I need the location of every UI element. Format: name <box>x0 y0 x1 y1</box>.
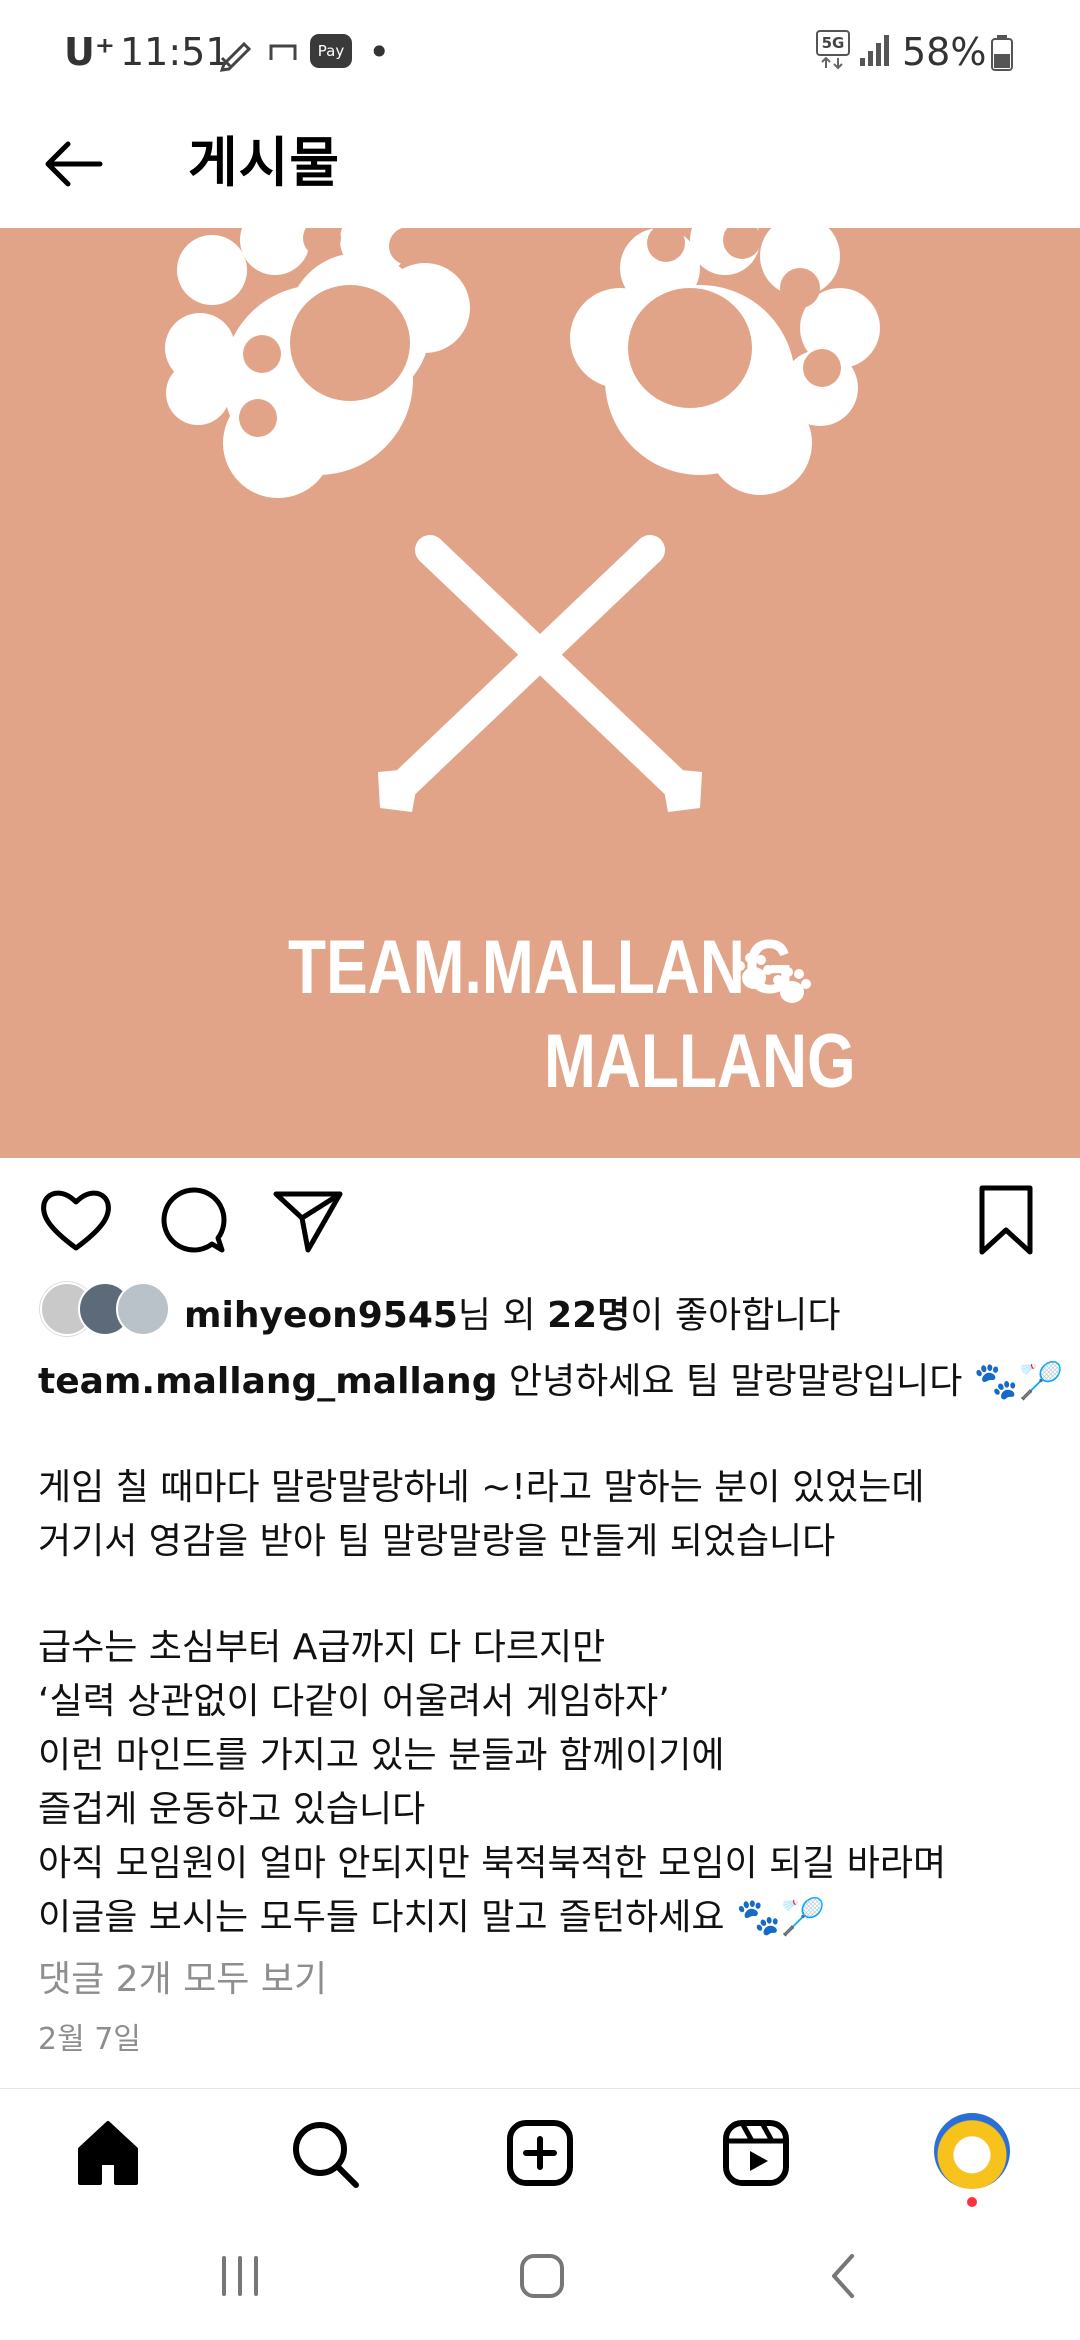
reels-icon[interactable] <box>714 2111 798 2195</box>
data-arrows-icon <box>821 56 843 70</box>
caption-line: 이런 마인드를 가지고 있는 분들과 함께이기에 <box>38 1735 725 1776</box>
back-button-icon[interactable] <box>822 2250 866 2302</box>
notification-dot: • <box>368 30 391 74</box>
bracket-icon <box>269 44 297 60</box>
post-date: 2월 7일 <box>38 2022 141 2057</box>
signal-icon <box>860 35 889 66</box>
bookmark-icon[interactable] <box>966 1180 1046 1260</box>
recent-apps-icon[interactable] <box>212 2252 268 2300</box>
notification-dot <box>967 2197 977 2207</box>
status-bar: U⁺ 11:51 Pay • 5G 58% <box>0 0 1080 100</box>
page-title: 게시물 <box>188 131 341 194</box>
home-button-icon[interactable] <box>516 2250 568 2302</box>
likes-summary[interactable]: mihyeon9545님 외 22명이 좋아합니다 <box>184 1286 840 1338</box>
system-nav-bar <box>0 2212 1080 2340</box>
caption-author[interactable]: team.mallang_mallang <box>38 1361 497 1402</box>
caption-line: 게임 칠 때마다 말랑말랑하네 ~!라고 말하는 분이 있었는데 <box>38 1467 925 1508</box>
search-icon[interactable] <box>282 2111 366 2195</box>
caption-greeting: 안녕하세요 팀 말랑말랑입니다 🐾🏸 <box>508 1361 1064 1402</box>
heart-icon[interactable] <box>36 1180 116 1260</box>
comment-icon[interactable] <box>152 1180 232 1260</box>
liker-username[interactable]: mihyeon9545 <box>184 1295 458 1336</box>
battery-icon <box>991 35 1013 71</box>
home-icon[interactable] <box>66 2111 150 2195</box>
caption-line: 즐겁게 운동하고 있습니다 <box>38 1789 426 1830</box>
caption-line: 거기서 영감을 받아 팀 말랑말랑을 만들게 되었습니다 <box>38 1521 836 1562</box>
battery-percent: 58% <box>902 30 987 74</box>
avatar <box>116 1282 170 1336</box>
likes-suffix-text: 이 좋아합니다 <box>630 1295 841 1336</box>
caption-line: ‘실력 상관없이 다같이 어울려서 게임하자’ <box>38 1681 670 1722</box>
small-paw-icons <box>735 953 811 1003</box>
caption-line: 이글을 보시는 모두들 다치지 말고 즐턴하세요 🐾🏸 <box>38 1897 826 1938</box>
pen-icon <box>219 41 252 72</box>
header: 게시물 <box>0 100 1080 228</box>
bottom-nav <box>0 2088 1080 2213</box>
post-image[interactable]: TEAM.MALLANG MALLANG <box>0 228 1080 1158</box>
clock: 11:51 <box>120 30 230 74</box>
paw-rackets-logo <box>165 228 880 812</box>
back-arrow-icon[interactable] <box>40 132 104 196</box>
create-icon[interactable] <box>498 2111 582 2195</box>
view-all-comments-link[interactable]: 댓글 2개 모두 보기 <box>38 1950 327 2002</box>
carrier-label: U⁺ <box>64 30 115 74</box>
logo-line-2: MALLANG <box>544 1019 856 1104</box>
liker-avatars[interactable] <box>40 1282 170 1336</box>
logo-line-1: TEAM.MALLANG <box>288 925 794 1010</box>
caption-first-line: team.mallang_mallang 안녕하세요 팀 말랑말랑입니다 🐾🏸 <box>38 1352 1063 1404</box>
likes-middle-text: 님 외 <box>457 1295 548 1336</box>
caption-line: 아직 모임원이 얼마 안되지만 북적북적한 모임이 되길 바라며 <box>38 1843 947 1884</box>
profile-avatar[interactable] <box>934 2113 1010 2189</box>
network-5g-badge: 5G <box>816 30 850 56</box>
share-icon[interactable] <box>268 1180 348 1260</box>
likes-count[interactable]: 22명 <box>547 1295 630 1336</box>
caption-line: 급수는 초심부터 A급까지 다 다르지만 <box>38 1627 606 1668</box>
pay-badge: Pay <box>310 34 352 68</box>
